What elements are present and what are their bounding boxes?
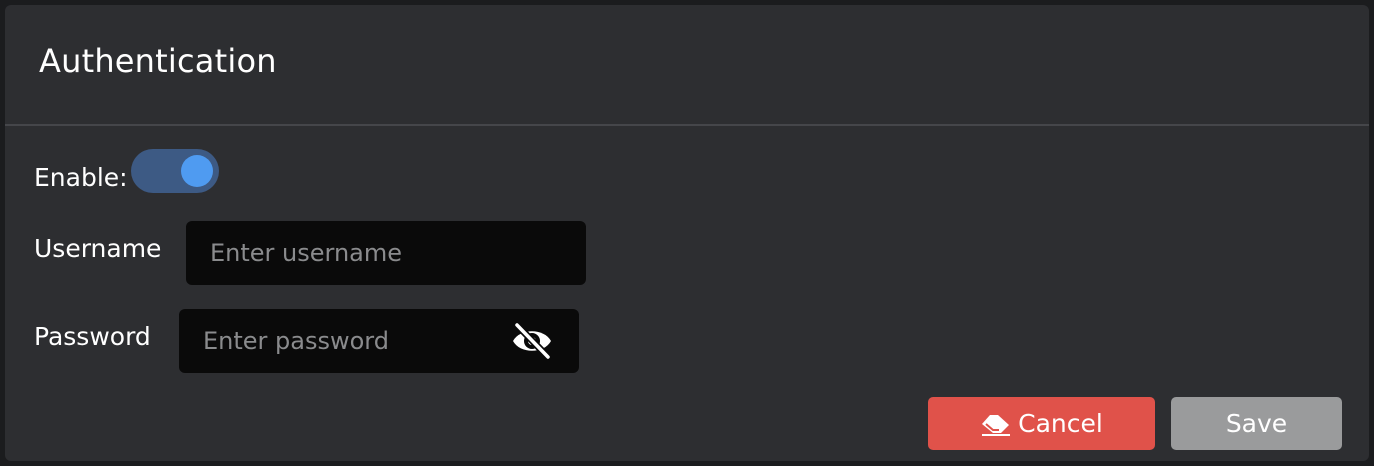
save-label: Save: [1225, 409, 1288, 438]
cancel-label: Cancel: [1018, 409, 1103, 438]
authentication-dialog: Authentication Enable: Username Password…: [5, 5, 1369, 461]
dialog-title: Authentication: [39, 42, 277, 80]
save-button[interactable]: Save: [1171, 397, 1342, 450]
username-label: Username: [34, 234, 162, 263]
enable-toggle[interactable]: [131, 149, 219, 193]
password-field: [179, 309, 579, 373]
enable-label: Enable:: [34, 163, 128, 192]
eye-slash-icon: [513, 322, 552, 360]
eraser-icon: [982, 414, 1011, 436]
dialog-header: Authentication: [5, 5, 1369, 126]
cancel-button[interactable]: Cancel: [928, 397, 1155, 450]
toggle-password-visibility-button[interactable]: [509, 321, 555, 361]
password-label: Password: [34, 322, 151, 351]
toggle-knob: [181, 155, 213, 187]
username-field: [186, 221, 586, 285]
username-input[interactable]: [186, 221, 586, 285]
